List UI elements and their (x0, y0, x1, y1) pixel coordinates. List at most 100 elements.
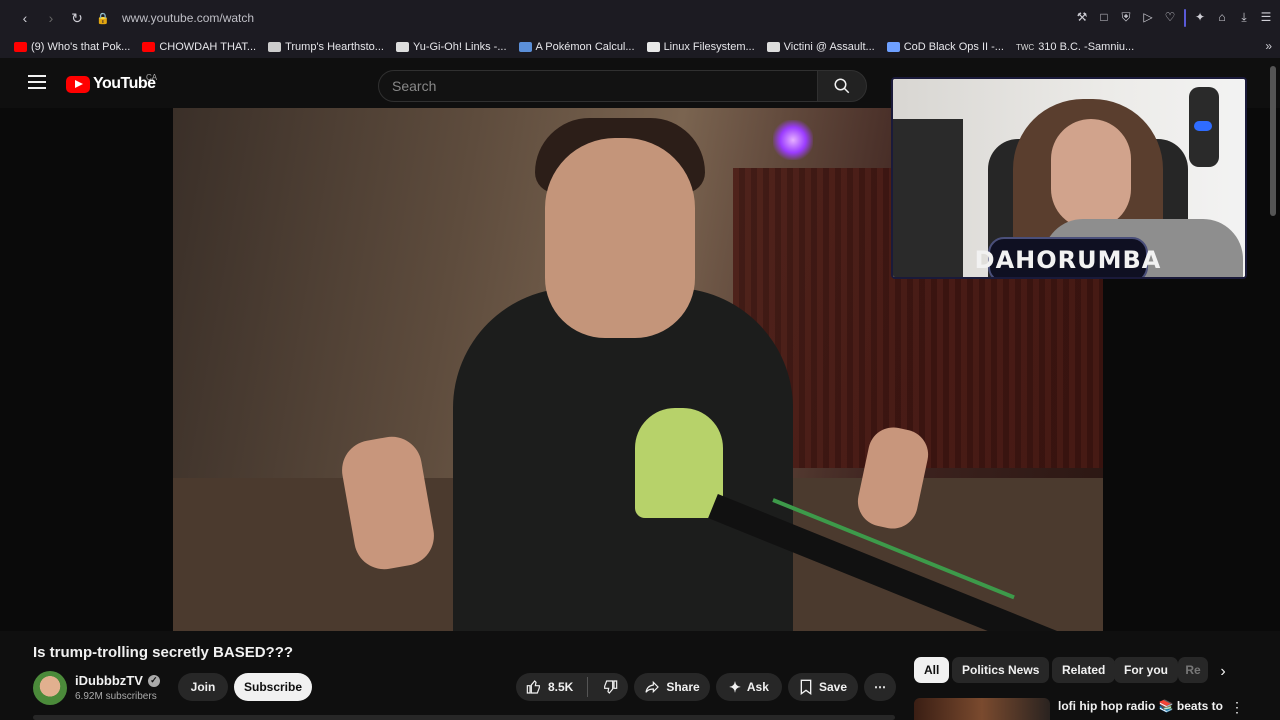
chip-0[interactable]: All (914, 657, 950, 683)
bookmark-favicon-icon (646, 42, 660, 52)
lock-icon: 🔒 (96, 12, 110, 25)
bookmark-favicon-icon (886, 42, 900, 52)
page-scrollbar[interactable] (1270, 66, 1276, 216)
bookmark-label: Trump's Hearthsto... (285, 41, 384, 53)
channel-name[interactable]: iDubbbzTV (75, 673, 143, 688)
microphone (635, 408, 723, 518)
search-button[interactable] (817, 70, 867, 102)
bookmark-label: Victini @ Assault... (783, 41, 875, 53)
play-icon[interactable]: ▷ (1140, 9, 1156, 25)
dislike-icon[interactable] (602, 679, 618, 695)
bookmark-label: 310 B.C. -Samniu... (1038, 41, 1135, 53)
streamer-webcam-overlay: DAHORUMBA (891, 77, 1247, 279)
bookmark-label: CHOWDAH THAT... (159, 41, 257, 53)
bookmarks-bar: (9) Who's that Pok... CHOWDAH THAT... Trum… (0, 36, 1280, 58)
join-button[interactable]: Join (178, 673, 228, 701)
channel-name-row[interactable]: iDubbbzTV ✓ (75, 673, 160, 688)
extensions-icon[interactable]: ✦ (1192, 9, 1208, 25)
toolbar-divider (1184, 9, 1186, 27)
webcam-mic-light (1194, 121, 1212, 131)
bookmark-label: Yu-Gi-Oh! Links -... (412, 41, 507, 53)
save-button[interactable]: Save (788, 673, 858, 701)
ask-label: Ask (746, 680, 769, 694)
download-icon[interactable]: ⤓ (1236, 9, 1252, 25)
browser-toolbar: ‹ › ↻ 🔒 www.youtube.com/watch ⚒ □ ⛨ ▷ ♡ … (0, 0, 1280, 36)
youtube-logo[interactable]: YouTube (66, 75, 156, 93)
bookmark-item[interactable]: Trump's Hearthsto... (268, 41, 384, 53)
search-icon (834, 78, 850, 94)
browser-actions: ⚒ □ ⛨ ▷ ♡ ✦ ⌂ ⤓ ☰ (1074, 9, 1274, 27)
share-icon (645, 680, 660, 694)
streamer-name-badge: DAHORUMBA (975, 237, 1160, 277)
hamburger-menu-icon[interactable] (28, 75, 46, 89)
more-icon: ⋯ (874, 680, 886, 694)
browser-menu-icon[interactable]: ☰ (1258, 9, 1274, 25)
bookmark-favicon-icon (14, 42, 27, 52)
bookmark-favicon-icon (518, 42, 532, 52)
video-info-section: Is trump-trolling secretly BASED??? iDub… (0, 631, 1280, 720)
heart-icon[interactable]: ♡ (1162, 9, 1178, 25)
like-divider (587, 677, 589, 697)
recommendation-more-icon[interactable]: ⋮ (1230, 699, 1244, 716)
pin-icon[interactable]: ⚒ (1074, 9, 1090, 25)
share-label: Share (666, 680, 700, 694)
chip-4[interactable]: Re (1178, 657, 1208, 683)
presenter-head (545, 138, 695, 338)
bookmark-label: Linux Filesystem... (663, 41, 755, 53)
subscribe-button[interactable]: Subscribe (234, 673, 312, 701)
share-button[interactable]: Share (634, 673, 710, 701)
bookmark-item[interactable]: CHOWDAH THAT... (142, 41, 256, 53)
region-code: CA (146, 73, 158, 82)
bookmark-item[interactable]: (9) Who's that Pok... (14, 41, 130, 53)
save-label: Save (818, 680, 848, 694)
shield-icon[interactable]: ⛨ (1118, 9, 1134, 25)
sparkle-icon: ✦ (729, 678, 741, 695)
like-dislike-group: 8.5K (516, 673, 628, 701)
bookmark-favicon-icon (766, 42, 780, 52)
channel-avatar[interactable] (33, 671, 67, 705)
purple-lamp (773, 120, 813, 160)
address-bar[interactable]: www.youtube.com/watch (122, 11, 254, 25)
description-box-edge (33, 715, 895, 720)
video-title: Is trump-trolling secretly BASED??? (33, 644, 294, 661)
ask-button[interactable]: ✦ Ask (716, 673, 782, 701)
bookmarks-overflow-icon[interactable]: » (1265, 39, 1272, 53)
youtube-play-icon (66, 75, 90, 93)
screenshot-icon[interactable]: □ (1096, 9, 1112, 25)
chip-1[interactable]: Politics News (952, 657, 1050, 683)
verified-icon: ✓ (147, 674, 160, 687)
bookmark-label: CoD Black Ops II -... (903, 41, 1004, 53)
recommendation-thumbnail[interactable] (914, 698, 1050, 720)
search-input[interactable] (379, 71, 817, 101)
bookmark-favicon-icon (142, 42, 156, 52)
account-icon[interactable]: ⌂ (1214, 9, 1230, 25)
join-label: Join (190, 680, 216, 694)
bookmark-icon (800, 679, 812, 695)
back-icon[interactable]: ‹ (14, 7, 36, 29)
bookmark-item[interactable]: Linux Filesystem... (646, 41, 755, 53)
forward-icon[interactable]: › (40, 7, 62, 29)
more-actions-button[interactable]: ⋯ (864, 673, 896, 701)
like-icon[interactable] (526, 679, 542, 695)
subscriber-count: 6.92M subscribers (75, 691, 157, 702)
bookmark-item[interactable]: CoD Black Ops II -... (886, 41, 1004, 53)
bookmark-item[interactable]: A Pokémon Calcul... (518, 41, 635, 53)
subscribe-label: Subscribe (243, 680, 303, 694)
chip-3[interactable]: For you (1114, 657, 1178, 683)
reload-icon[interactable]: ↻ (66, 7, 88, 29)
recommendation-title[interactable]: lofi hip hop radio 📚 beats to (1058, 699, 1223, 713)
webcam-bed (893, 119, 963, 277)
bookmark-favicon-icon: TWC (1015, 42, 1035, 52)
bookmark-label: A Pokémon Calcul... (535, 41, 635, 53)
bookmark-item[interactable]: Yu-Gi-Oh! Links -... (395, 41, 507, 53)
presenter-body (453, 288, 793, 631)
bookmark-favicon-icon (268, 42, 282, 52)
chip-2[interactable]: Related (1052, 657, 1116, 683)
bookmark-item[interactable]: TWC 310 B.C. -Samniu... (1016, 41, 1134, 53)
webcam-streamer-face (1051, 119, 1131, 229)
bookmark-item[interactable]: Victini @ Assault... (766, 41, 875, 53)
bookmark-favicon-icon (395, 42, 409, 52)
chevron-right-icon[interactable]: › (1212, 661, 1234, 683)
search-box (378, 70, 818, 102)
like-count[interactable]: 8.5K (548, 680, 573, 694)
